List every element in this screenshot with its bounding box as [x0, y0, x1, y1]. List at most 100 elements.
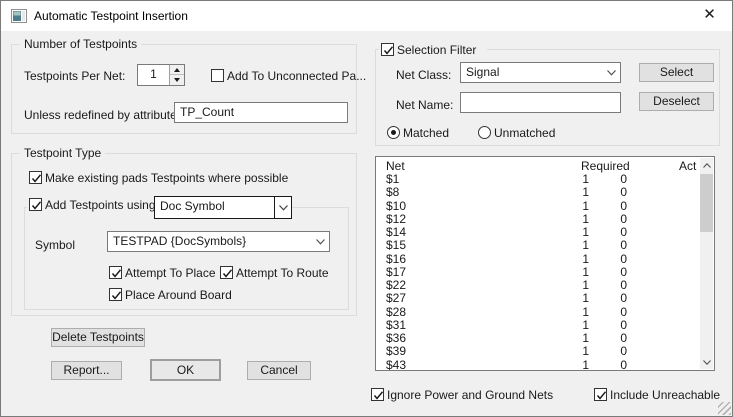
table-row[interactable]: $39 10 — [376, 345, 700, 358]
place-around-board-label: Place Around Board — [125, 288, 232, 302]
net-cell: $17 — [386, 266, 406, 279]
required-cell: 1 — [564, 292, 589, 305]
actual-cell: 0 — [602, 345, 627, 358]
spinner-up-icon[interactable] — [170, 65, 184, 75]
chevron-down-icon — [274, 197, 291, 218]
required-cell: 1 — [564, 359, 589, 371]
vertical-scrollbar[interactable] — [700, 158, 713, 369]
add-to-unconnected-label: Add To Unconnected Pa... — [227, 69, 366, 83]
add-testpoints-using-label: Add Testpoints using — [45, 198, 156, 212]
net-name-field[interactable] — [460, 92, 621, 113]
required-cell: 1 — [564, 213, 589, 226]
chevron-down-icon — [603, 63, 620, 82]
attempt-to-route-label: Attempt To Route — [236, 266, 329, 280]
required-cell: 1 — [564, 306, 589, 319]
table-row[interactable]: $1010 — [376, 200, 700, 213]
cancel-button[interactable]: Cancel — [247, 361, 311, 380]
close-button[interactable]: ✕ — [687, 1, 732, 31]
required-cell: 1 — [564, 345, 589, 358]
attempt-to-place-checkbox[interactable] — [109, 266, 122, 279]
testpoints-per-net-value: 1 — [138, 65, 169, 85]
table-row[interactable]: $43 1 0 — [376, 359, 700, 371]
table-row[interactable]: $3110 — [376, 319, 700, 332]
actual-cell: 0 — [602, 186, 627, 199]
actual-cell: 0 — [602, 200, 627, 213]
table-row[interactable]: $2710 — [376, 292, 700, 305]
ignore-power-ground-checkbox[interactable] — [371, 388, 384, 401]
make-existing-pads-label: Make existing pads Testpoints where poss… — [45, 171, 288, 185]
required-cell: 1 — [564, 239, 589, 252]
scrollbar-thumb[interactable] — [700, 174, 713, 232]
delete-testpoints-button[interactable]: Delete Testpoints — [51, 328, 145, 347]
required-cell: 1 — [564, 266, 589, 279]
attempt-to-route-checkbox[interactable] — [220, 266, 233, 279]
selection-filter-checkbox[interactable] — [381, 43, 394, 56]
resize-grip[interactable] — [718, 402, 731, 415]
net-cell: $15 — [386, 239, 406, 252]
actual-cell: 0 — [602, 266, 627, 279]
scroll-up-icon[interactable] — [700, 158, 713, 172]
actual-cell: 0 — [602, 213, 627, 226]
include-unreachable-label: Include Unreachable — [610, 388, 720, 402]
include-unreachable-checkbox[interactable] — [594, 388, 607, 401]
actual-cell: 0 — [602, 226, 627, 239]
table-row[interactable]: $1510 — [376, 239, 700, 252]
net-cell: $39 — [386, 345, 406, 358]
matched-radio[interactable] — [387, 126, 400, 139]
testpoints-per-net-label: Testpoints Per Net: — [24, 69, 125, 83]
net-cell: $22 — [386, 279, 406, 292]
net-class-value: Signal — [466, 65, 499, 79]
testpoints-per-net-stepper[interactable]: 1 — [137, 64, 185, 86]
number-of-testpoints-group: Number of Testpoints Testpoints Per Net:… — [11, 44, 357, 134]
column-header-required[interactable]: Required — [581, 160, 630, 173]
symbol-label: Symbol — [35, 238, 75, 252]
table-row[interactable]: $1610 — [376, 253, 700, 266]
deselect-button[interactable]: Deselect — [639, 92, 714, 111]
unmatched-radio[interactable] — [478, 126, 491, 139]
required-cell: 1 — [564, 253, 589, 266]
table-row[interactable]: $1410 — [376, 226, 700, 239]
select-button[interactable]: Select — [639, 63, 714, 82]
window-title: Automatic Testpoint Insertion — [34, 1, 188, 31]
attribute-field[interactable]: TP_Count — [174, 102, 348, 123]
net-cell: $31 — [386, 319, 406, 332]
actual-cell: 0 — [602, 292, 627, 305]
table-row[interactable]: $810 — [376, 186, 700, 199]
required-cell: 1 — [564, 226, 589, 239]
scroll-down-icon[interactable] — [700, 355, 713, 369]
attempt-to-place-label: Attempt To Place — [125, 266, 216, 280]
required-cell: 1 — [564, 173, 589, 186]
column-header-actual[interactable]: Act — [679, 160, 696, 173]
symbol-dropdown[interactable]: TESTPAD {DocSymbols} — [107, 231, 330, 252]
table-row[interactable]: $2210 — [376, 279, 700, 292]
unless-redefined-label: Unless redefined by attribute: — [24, 108, 180, 122]
net-cell: $43 — [386, 359, 406, 371]
ignore-power-ground-label: Ignore Power and Ground Nets — [387, 388, 553, 402]
make-existing-pads-checkbox[interactable] — [29, 171, 42, 184]
actual-cell: 0 — [602, 306, 627, 319]
report-button[interactable]: Report... — [51, 361, 122, 380]
net-cell: $16 — [386, 253, 406, 266]
required-cell: 1 — [564, 279, 589, 292]
testpoint-kind-dropdown[interactable]: Doc Symbol — [154, 196, 292, 219]
table-row[interactable]: $3610 — [376, 332, 700, 345]
spinner-down-icon[interactable] — [170, 75, 184, 85]
unmatched-label: Unmatched — [494, 126, 555, 140]
automatic-testpoint-insertion-dialog: Automatic Testpoint Insertion ✕ Number o… — [0, 0, 733, 417]
table-row[interactable]: $2810 — [376, 306, 700, 319]
group-label: Testpoint Type — [20, 146, 105, 160]
column-header-net[interactable]: Net — [386, 160, 405, 173]
net-list[interactable]: Net Required Act $110$810$1010$1210$1410… — [375, 156, 715, 371]
net-class-dropdown[interactable]: Signal — [460, 62, 621, 83]
ok-button[interactable]: OK — [150, 359, 221, 381]
table-row[interactable]: $17 10 — [376, 266, 700, 279]
table-row[interactable]: $1210 — [376, 213, 700, 226]
table-row[interactable]: $110 — [376, 173, 700, 186]
spinner-buttons — [169, 65, 184, 85]
add-testpoints-using-checkbox[interactable] — [29, 198, 42, 211]
actual-cell: 0 — [602, 359, 627, 371]
add-to-unconnected-checkbox[interactable] — [211, 69, 224, 82]
place-around-board-checkbox[interactable] — [109, 288, 122, 301]
chevron-down-icon — [312, 232, 329, 251]
net-cell: $36 — [386, 332, 406, 345]
